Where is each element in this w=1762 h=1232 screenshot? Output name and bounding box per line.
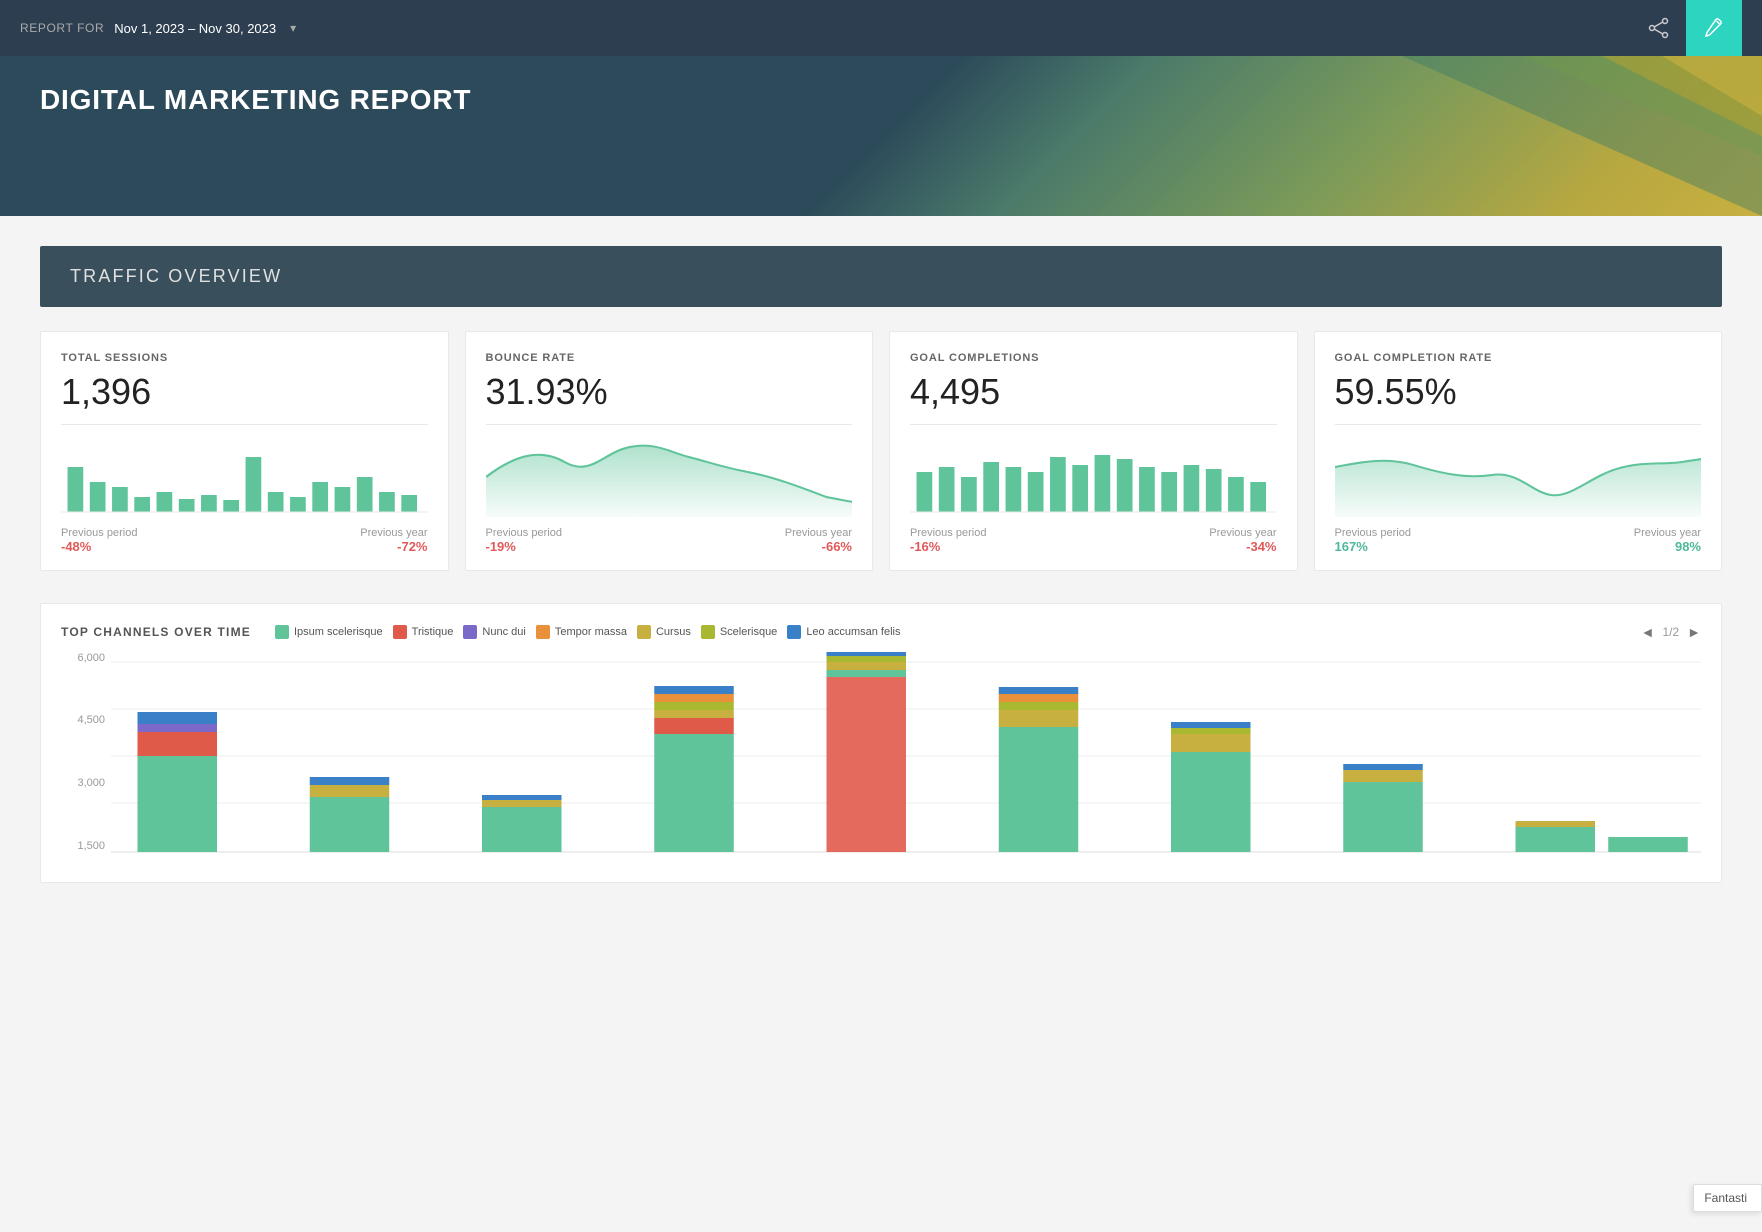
period-stat-2: Previous period -16% <box>910 527 986 554</box>
pagination: ◄ 1/2 ► <box>1641 624 1701 640</box>
period-stat-0: Previous period -48% <box>61 527 137 554</box>
top-channels-section: TOP CHANNELS OVER TIME Ipsum scelerisque… <box>40 603 1722 883</box>
metric-chart-2 <box>910 437 1277 517</box>
metric-chart-0 <box>61 437 428 517</box>
channels-title: TOP CHANNELS OVER TIME <box>61 625 251 639</box>
legend-item: Scelerisque <box>701 625 777 639</box>
year-stat-2: Previous year -34% <box>1209 527 1276 554</box>
report-label: REPORT FOR <box>20 21 104 35</box>
traffic-overview-section: TRAFFIC OVERVIEW <box>40 246 1722 307</box>
legend-swatch <box>393 625 407 639</box>
date-range-selector[interactable]: Nov 1, 2023 – Nov 30, 2023 ▾ <box>114 21 296 36</box>
period-stat-1: Previous period -19% <box>486 527 562 554</box>
metric-card-goal-completion-rate: GOAL COMPLETION RATE 59.55% P <box>1314 331 1723 571</box>
prev-page-button[interactable]: ◄ <box>1641 624 1655 640</box>
legend-swatch <box>787 625 801 639</box>
main-content: TRAFFIC OVERVIEW TOTAL SESSIONS 1,396 <box>0 216 1762 913</box>
edit-icon <box>1704 18 1724 38</box>
app-header: REPORT FOR Nov 1, 2023 – Nov 30, 2023 ▾ <box>0 0 1762 56</box>
legend-item: Tristique <box>393 625 454 639</box>
metric-value-1: 31.93% <box>486 372 853 412</box>
metrics-row: TOTAL SESSIONS 1,396 <box>40 331 1722 571</box>
y-label-1: 4,500 <box>61 714 105 726</box>
y-label-3: 1,500 <box>61 840 105 852</box>
channels-chart-svg <box>111 652 1701 882</box>
channels-header: TOP CHANNELS OVER TIME Ipsum scelerisque… <box>61 624 1701 640</box>
share-icon <box>1648 17 1670 39</box>
metric-label-1: BOUNCE RATE <box>486 352 853 364</box>
legend-swatch <box>463 625 477 639</box>
metric-label-3: GOAL COMPLETION RATE <box>1335 352 1702 364</box>
metric-card-goal-completions: GOAL COMPLETIONS 4,495 <box>889 331 1298 571</box>
y-axis: 6,000 4,500 3,000 1,500 <box>61 652 105 852</box>
metric-value-0: 1,396 <box>61 372 428 412</box>
metric-card-total-sessions: TOTAL SESSIONS 1,396 <box>40 331 449 571</box>
page-indicator: 1/2 <box>1662 625 1679 639</box>
metric-footer-2: Previous period -16% Previous year -34% <box>910 527 1277 554</box>
legend-swatch <box>701 625 715 639</box>
metric-footer-3: Previous period 167% Previous year 98% <box>1335 527 1702 554</box>
section-title: TRAFFIC OVERVIEW <box>70 266 1692 287</box>
metric-footer-0: Previous period -48% Previous year -72% <box>61 527 428 554</box>
metric-label-2: GOAL COMPLETIONS <box>910 352 1277 364</box>
hero-section: DIGITAL MARKETING REPORT <box>0 56 1762 216</box>
legend-item: Cursus <box>637 625 691 639</box>
hero-decoration <box>1202 56 1762 216</box>
metric-label-0: TOTAL SESSIONS <box>61 352 428 364</box>
year-stat-0: Previous year -72% <box>360 527 427 554</box>
legend: Ipsum scelerisque Tristique Nunc dui Tempor… <box>275 625 901 639</box>
header-actions <box>1632 0 1742 56</box>
channels-chart-container: 6,000 4,500 3,000 1,500 <box>61 652 1701 882</box>
year-stat-1: Previous year -66% <box>785 527 852 554</box>
metric-footer-1: Previous period -19% Previous year -66% <box>486 527 853 554</box>
legend-item: Leo accumsan felis <box>787 625 900 639</box>
legend-swatch <box>637 625 651 639</box>
edit-button[interactable] <box>1686 0 1742 56</box>
legend-swatch <box>275 625 289 639</box>
fantastic-badge: Fantasti <box>1693 1184 1762 1212</box>
period-stat-3: Previous period 167% <box>1335 527 1411 554</box>
year-stat-3: Previous year 98% <box>1634 527 1701 554</box>
legend-item: Tempor massa <box>536 625 627 639</box>
chevron-down-icon: ▾ <box>290 21 296 35</box>
next-page-button[interactable]: ► <box>1687 624 1701 640</box>
legend-item: Nunc dui <box>463 625 525 639</box>
metric-value-3: 59.55% <box>1335 372 1702 412</box>
metric-chart-3 <box>1335 437 1702 517</box>
metric-card-bounce-rate: BOUNCE RATE 31.93% Previous p <box>465 331 874 571</box>
metric-value-2: 4,495 <box>910 372 1277 412</box>
metric-chart-1 <box>486 437 853 517</box>
legend-item: Ipsum scelerisque <box>275 625 383 639</box>
legend-swatch <box>536 625 550 639</box>
date-range-value: Nov 1, 2023 – Nov 30, 2023 <box>114 21 276 36</box>
y-label-0: 6,000 <box>61 652 105 664</box>
y-label-2: 3,000 <box>61 777 105 789</box>
share-button[interactable] <box>1632 7 1686 49</box>
